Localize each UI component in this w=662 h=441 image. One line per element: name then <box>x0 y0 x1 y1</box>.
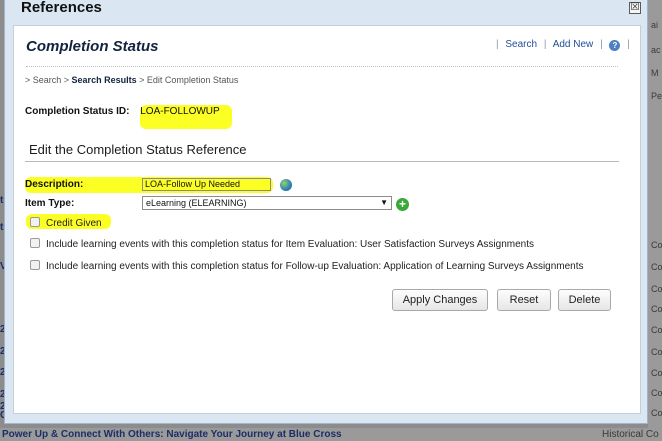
globe-icon[interactable] <box>280 179 292 191</box>
item-type-select[interactable]: eLearning (ELEARNING) ▼ <box>142 196 392 210</box>
description-input[interactable]: LOA-Follow Up Needed <box>142 178 271 191</box>
include-followup-eval-label: Include learning events with this comple… <box>46 261 584 272</box>
background-footer-right-text: Historical Co <box>602 429 659 440</box>
credit-given-label: Credit Given <box>46 218 102 229</box>
add-new-link[interactable]: Add New <box>553 39 594 50</box>
reset-button[interactable]: Reset <box>497 289 551 311</box>
background-footer-link[interactable]: Power Up & Connect With Others: Navigate… <box>2 429 342 440</box>
add-icon[interactable]: + <box>396 198 409 211</box>
section-title: Edit the Completion Status Reference <box>29 142 247 157</box>
include-followup-eval-checkbox[interactable] <box>30 260 40 270</box>
completion-status-id-value: LOA-FOLLOWUP <box>140 106 220 117</box>
chevron-down-icon: ▼ <box>380 198 388 207</box>
close-icon[interactable]: ☒ <box>629 2 641 14</box>
search-link[interactable]: Search <box>505 39 537 50</box>
link-separator: | <box>496 39 499 50</box>
credit-given-checkbox[interactable] <box>30 217 40 227</box>
breadcrumb-search[interactable]: > Search > <box>25 75 69 85</box>
page-title: Completion Status <box>26 38 159 55</box>
help-icon[interactable]: ? <box>609 40 621 51</box>
completion-status-id-label: Completion Status ID: <box>25 106 130 117</box>
delete-button[interactable]: Delete <box>558 289 611 311</box>
item-type-label: Item Type: <box>25 198 75 209</box>
references-dialog: References ☒ Completion Status | Search … <box>4 0 648 424</box>
item-type-value: eLearning (ELEARNING) <box>146 198 247 208</box>
completion-status-id: Completion Status ID: LOA-FOLLOWUP <box>25 106 220 117</box>
include-item-eval-label: Include learning events with this comple… <box>46 239 535 250</box>
link-separator: | <box>543 39 547 50</box>
breadcrumb-current: > Edit Completion Status <box>139 75 239 85</box>
link-separator: | <box>600 39 603 50</box>
dialog-title: References <box>21 0 102 16</box>
breadcrumb: > Search > Search Results > Edit Complet… <box>25 75 238 85</box>
breadcrumb-search-results[interactable]: Search Results <box>72 75 137 85</box>
dialog-titlebar[interactable]: References ☒ <box>5 0 649 22</box>
section-divider <box>25 161 619 162</box>
apply-changes-button[interactable]: Apply Changes <box>392 289 488 311</box>
background-right-edge: ai ac M Pe Co Co Co Co Co Co Co Co Co <box>648 0 662 441</box>
header-divider <box>26 66 618 67</box>
link-separator: | <box>627 39 630 50</box>
content-panel: Completion Status | Search | Add New | ?… <box>13 25 641 414</box>
top-links: | Search | Add New | ? | <box>492 39 634 51</box>
description-label: Description: <box>25 179 84 190</box>
include-item-eval-checkbox[interactable] <box>30 238 40 248</box>
background-footer: Power Up & Connect With Others: Navigate… <box>0 428 662 441</box>
